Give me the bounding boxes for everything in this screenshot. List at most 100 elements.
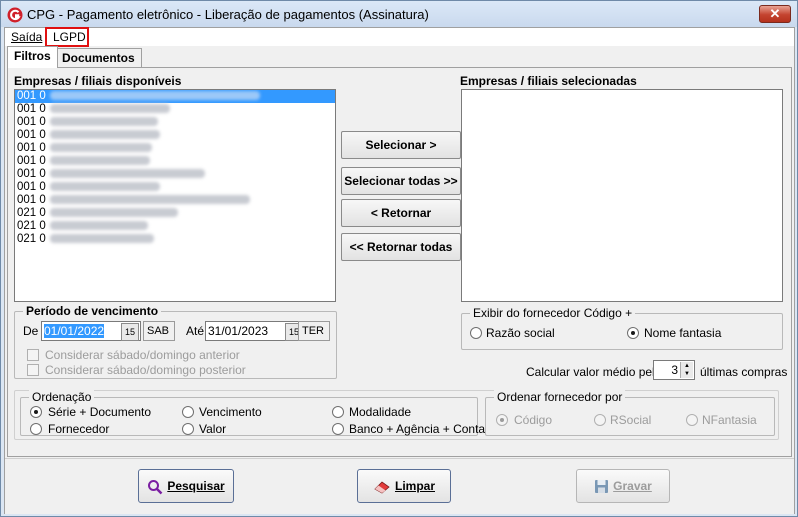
de-label: De — [23, 324, 39, 338]
close-button[interactable]: ✕ — [759, 5, 791, 23]
de-date-value: 01/01/2022 — [44, 324, 105, 338]
redacted-text — [49, 221, 148, 231]
list-item-code: 001 0 — [17, 103, 46, 115]
radio-fantasia-label: Nome fantasia — [644, 326, 722, 340]
gravar-label: Gravar — [613, 479, 652, 493]
calcular-value: 3 — [671, 363, 678, 377]
calcular-suffix: últimas compras — [700, 365, 788, 379]
calcular-label: Calcular valor médio pelas — [526, 365, 668, 379]
exibir-group: Exibir do fornecedor Código + Razão soci… — [461, 306, 783, 350]
redacted-text — [49, 91, 260, 101]
selecionar-button[interactable]: Selecionar > — [341, 131, 461, 159]
menu-lgpd-label: LGPD — [53, 30, 86, 44]
list-item-code: 001 0 — [17, 142, 46, 154]
radio-ord-valor[interactable] — [182, 423, 194, 435]
list-item-code: 001 0 — [17, 194, 46, 206]
redacted-text — [49, 156, 150, 166]
retornar-todas-button[interactable]: << Retornar todas — [341, 233, 461, 261]
redacted-text — [49, 208, 178, 218]
check-anterior[interactable] — [27, 349, 39, 361]
radio-ord-banco[interactable] — [332, 423, 344, 435]
calcular-spinner[interactable]: 3 ▲ ▼ — [653, 360, 695, 380]
limpar-button[interactable]: Limpar — [357, 469, 451, 503]
list-item[interactable]: 021 0 — [15, 220, 335, 233]
list-item-code: 001 0 — [17, 168, 46, 180]
redacted-text — [49, 234, 154, 244]
ate-date-value: 31/01/2023 — [208, 324, 269, 338]
list-item[interactable]: 001 0 — [15, 168, 335, 181]
list-item-code: 001 0 — [17, 116, 46, 128]
list-item[interactable]: 001 0 — [15, 194, 335, 207]
ate-label: Até — [186, 324, 205, 338]
radio-ord-fornecedor[interactable] — [30, 423, 42, 435]
menu-saida[interactable]: Saída — [11, 30, 42, 44]
menu-lgpd[interactable]: LGPD — [53, 30, 86, 44]
list-item-code: 021 0 — [17, 220, 46, 232]
radio-forn-codigo[interactable] — [496, 414, 508, 426]
filtros-panel: Empresas / filiais disponíveis 001 0 001 … — [7, 67, 792, 457]
ordenar-fornecedor-title: Ordenar fornecedor por — [494, 390, 626, 404]
radio-ord-valor-label: Valor — [199, 422, 227, 436]
list-item[interactable]: 001 0 — [15, 116, 335, 129]
retornar-button[interactable]: < Retornar — [341, 199, 461, 227]
redacted-text — [49, 182, 160, 192]
spinner-arrows-icon[interactable]: ▲ ▼ — [680, 362, 693, 378]
list-item-code: 021 0 — [17, 233, 46, 245]
radio-ord-vencimento-label: Vencimento — [199, 405, 262, 419]
list-item-code: 001 0 — [17, 155, 46, 167]
tab-documentos[interactable]: Documentos — [55, 48, 142, 68]
magnifier-icon — [148, 479, 163, 495]
list-item[interactable]: 001 0 — [15, 155, 335, 168]
list-item[interactable]: 021 0 — [15, 207, 335, 220]
radio-ord-fornecedor-label: Fornecedor — [48, 422, 110, 436]
check-anterior-label: Considerar sábado/domingo anterior — [45, 348, 240, 362]
radio-fantasia[interactable] — [627, 327, 639, 339]
title-bar[interactable]: CPG - Pagamento eletrônico - Liberação d… — [1, 1, 797, 27]
radio-ord-serie[interactable] — [30, 406, 42, 418]
radio-forn-nfantasia[interactable] — [686, 414, 698, 426]
list-item[interactable]: 001 0 — [15, 129, 335, 142]
redacted-text — [49, 195, 250, 205]
list-item[interactable]: 001 0 — [15, 103, 335, 116]
de-calendar-icon[interactable]: 15 — [121, 323, 139, 341]
check-posterior-label: Considerar sábado/domingo posterior — [45, 363, 246, 377]
tab-filtros[interactable]: Filtros — [7, 46, 58, 68]
ordenacao-title: Ordenação — [29, 390, 95, 404]
list-item-code: 021 0 — [17, 207, 46, 219]
radio-forn-codigo-label: Código — [514, 413, 553, 427]
selected-list[interactable] — [461, 89, 783, 302]
radio-ord-banco-label: Banco + Agência + Conta — [349, 422, 486, 436]
list-item[interactable]: 001 0 — [15, 90, 335, 103]
redacted-text — [49, 104, 170, 114]
ordenar-fornecedor-group: Ordenar fornecedor por Código RSocial NF… — [485, 390, 775, 436]
ate-date-field[interactable]: 31/01/2023 15 — [205, 321, 305, 341]
selecionar-todas-button[interactable]: Selecionar todas >> — [341, 167, 461, 195]
selected-list-label: Empresas / filiais selecionadas — [460, 74, 637, 88]
client-area: Saída LGPD Filtros Documentos Empresas /… — [4, 27, 795, 514]
de-weekday: SAB — [143, 321, 175, 341]
redacted-text — [49, 169, 205, 179]
pesquisar-label: Pesquisar — [167, 479, 225, 493]
radio-ord-vencimento[interactable] — [182, 406, 194, 418]
list-item[interactable]: 001 0 — [15, 142, 335, 155]
gravar-button[interactable]: Gravar — [576, 469, 670, 503]
periodo-title: Período de vencimento — [23, 304, 162, 318]
ate-weekday: TER — [298, 321, 330, 341]
app-window: CPG - Pagamento eletrônico - Liberação d… — [0, 0, 798, 517]
list-item-code: 001 0 — [17, 129, 46, 141]
available-list[interactable]: 001 0 001 0 001 0 001 0 001 0 001 0 001 0 001 0… — [14, 89, 336, 302]
check-posterior[interactable] — [27, 364, 39, 376]
de-date-field[interactable]: 01/01/2022 15 — [41, 321, 141, 341]
radio-razao[interactable] — [470, 327, 482, 339]
radio-forn-rsocial[interactable] — [594, 414, 606, 426]
list-item[interactable]: 001 0 — [15, 181, 335, 194]
list-item-code: 001 0 — [17, 181, 46, 193]
pesquisar-button[interactable]: Pesquisar — [138, 469, 234, 503]
list-item[interactable]: 021 0 — [15, 233, 335, 246]
save-disk-icon — [595, 480, 609, 494]
redacted-text — [49, 143, 152, 153]
radio-ord-serie-label: Série + Documento — [48, 405, 152, 419]
radio-ord-modalidade-label: Modalidade — [349, 405, 412, 419]
redacted-text — [49, 130, 160, 140]
radio-ord-modalidade[interactable] — [332, 406, 344, 418]
